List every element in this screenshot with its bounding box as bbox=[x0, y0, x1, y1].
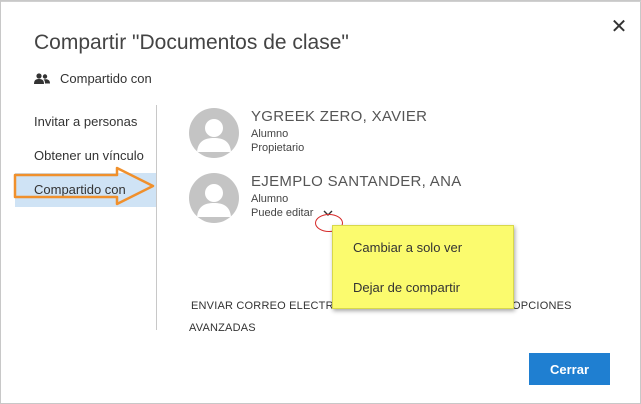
sidebar-item-invite[interactable]: Invitar a personas bbox=[15, 105, 156, 139]
avatar bbox=[189, 108, 239, 158]
close-icon[interactable]: ✕ bbox=[609, 15, 629, 37]
advanced-link[interactable]: AVANZADAS bbox=[189, 317, 256, 339]
person-role: Alumno bbox=[251, 128, 289, 140]
top-border bbox=[1, 1, 641, 2]
person-permission: Propietario bbox=[251, 142, 305, 154]
person-name: YGREEK ZERO, XAVIER bbox=[251, 108, 428, 125]
dialog-title: Compartir "Documentos de clase" bbox=[34, 31, 349, 54]
person-permission[interactable]: Puede editar bbox=[251, 207, 313, 219]
share-dialog: ✕ Compartir "Documentos de clase" Compar… bbox=[0, 0, 641, 404]
person-role: Alumno bbox=[251, 193, 289, 205]
menu-item-view-only[interactable]: Cambiar a solo ver bbox=[353, 240, 462, 255]
menu-item-stop-sharing[interactable]: Dejar de compartir bbox=[353, 280, 460, 295]
person-avatar-icon bbox=[197, 119, 231, 152]
person-avatar-icon bbox=[197, 184, 231, 217]
chevron-down-icon[interactable] bbox=[321, 207, 335, 219]
shared-with-header: Compartido con bbox=[34, 71, 152, 86]
person-name: EJEMPLO SANTANDER, ANA bbox=[251, 173, 462, 190]
shared-with-label: Compartido con bbox=[60, 71, 152, 86]
send-email-link[interactable]: ENVIAR CORREO ELECTRÓ bbox=[191, 295, 343, 317]
permission-dropdown-menu: Cambiar a solo ver Dejar de compartir bbox=[332, 225, 514, 309]
options-link[interactable]: OPCIONES bbox=[512, 295, 572, 317]
annotation-arrow-icon bbox=[13, 166, 155, 206]
avatar bbox=[189, 173, 239, 223]
people-icon bbox=[34, 72, 50, 84]
sidebar-divider bbox=[156, 105, 157, 330]
close-button[interactable]: Cerrar bbox=[529, 353, 610, 385]
